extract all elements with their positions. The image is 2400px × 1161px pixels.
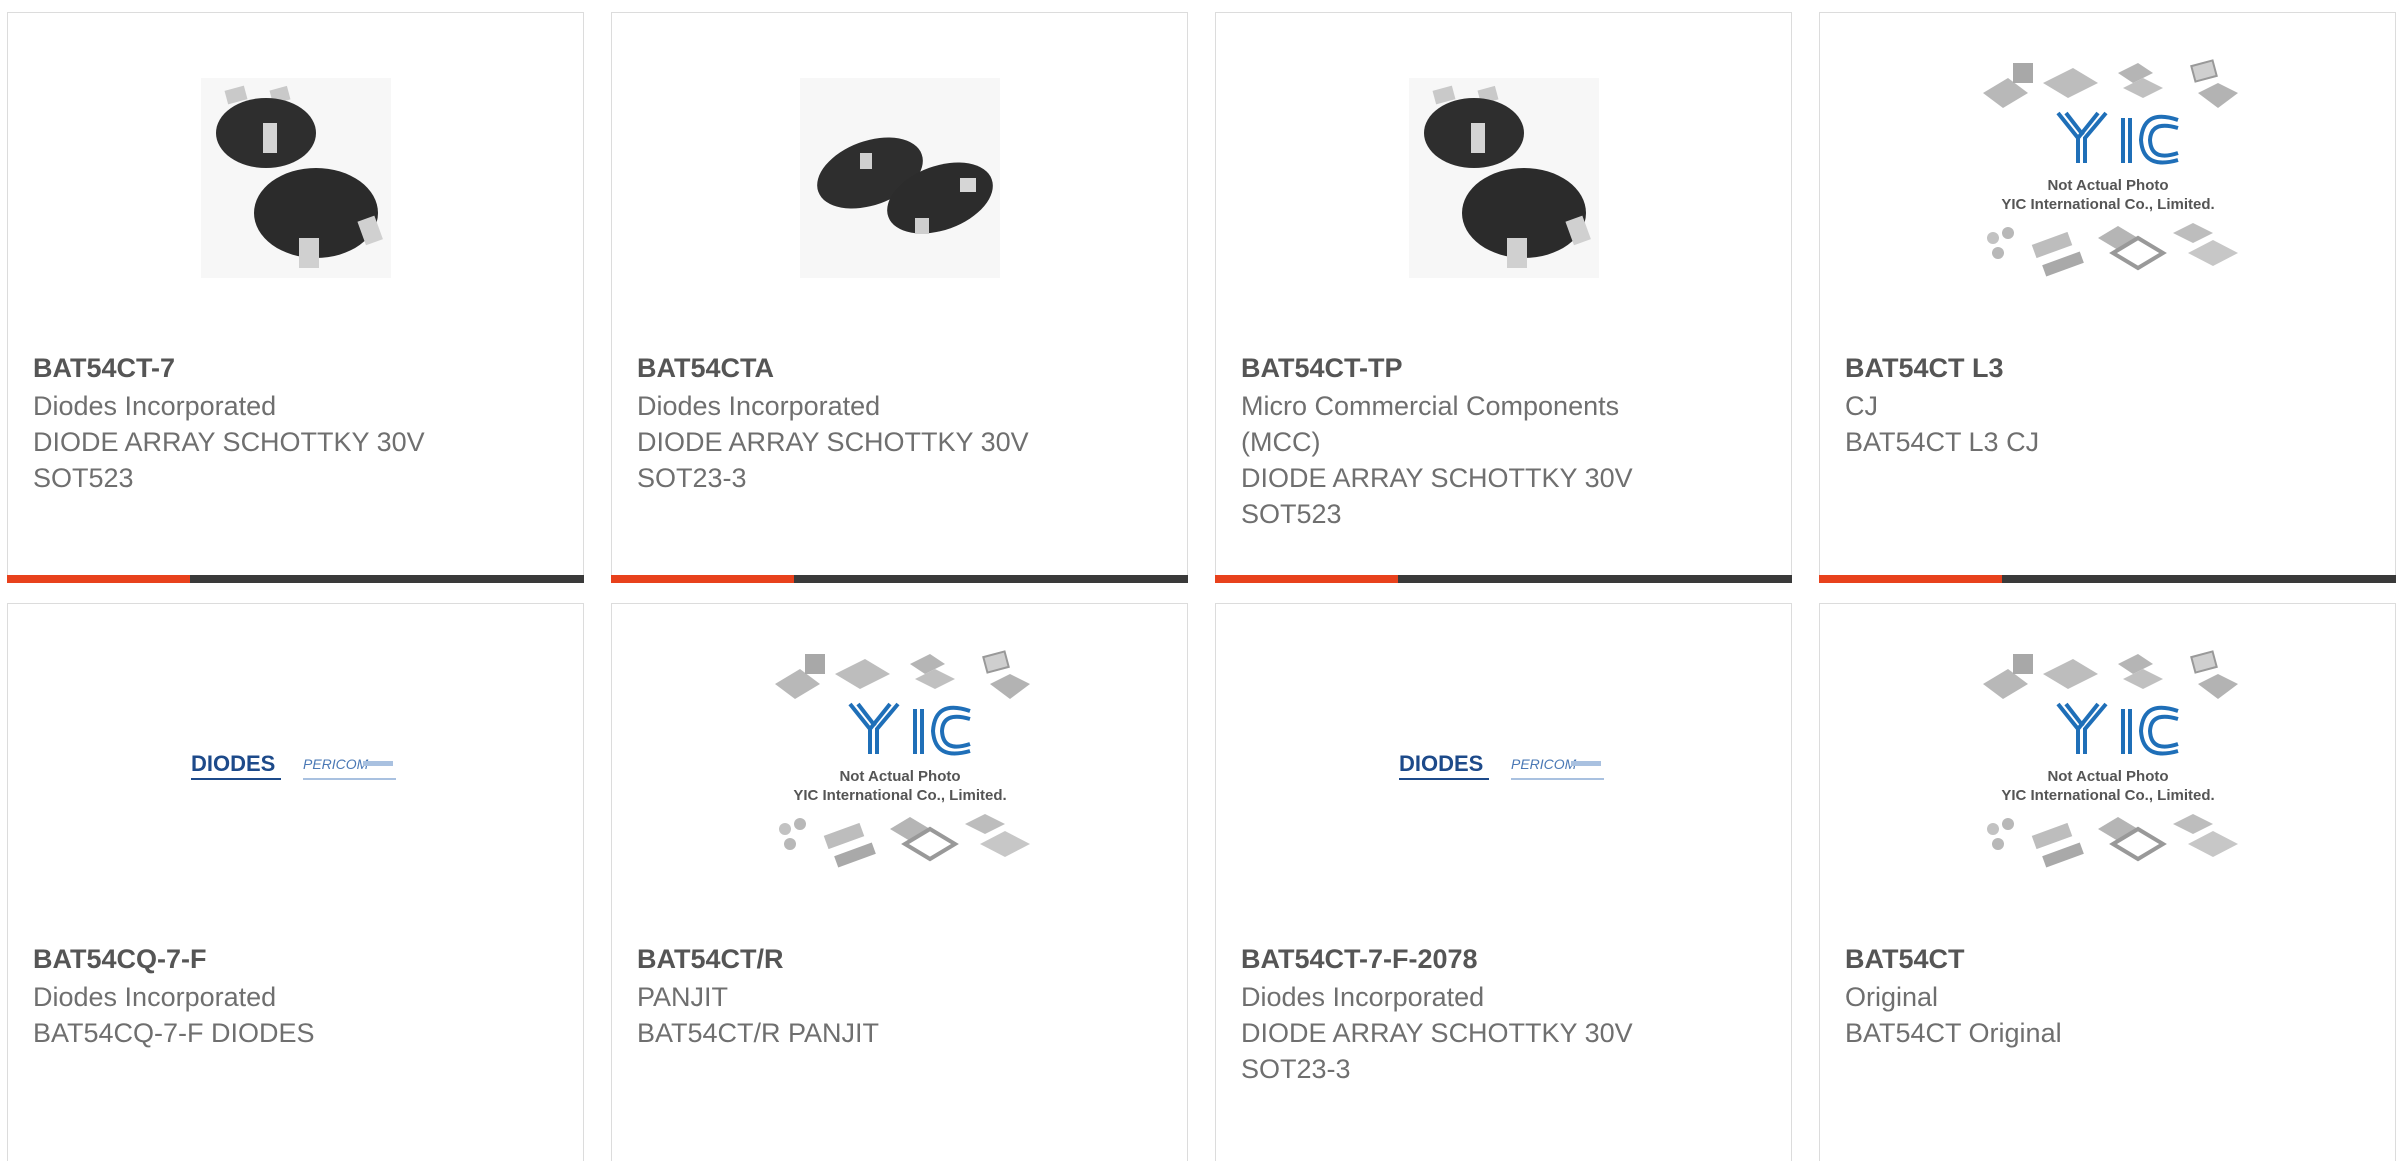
product-card[interactable]: DIODES PERICOM BAT54CQ-7-F Diodes Incorp…: [7, 603, 584, 1161]
card-progress-bar: [611, 575, 1188, 583]
sot23-package-icon: [799, 78, 1000, 278]
card-progress-bar: [1215, 575, 1792, 583]
manufacturer: PANJIT: [637, 982, 729, 1012]
product-image[interactable]: Not Actual Photo YIC International Co., …: [612, 604, 1187, 934]
product-card[interactable]: BAT54CTA Diodes Incorporated DIODE ARRAY…: [611, 12, 1188, 583]
part-number[interactable]: BAT54CT L3: [1845, 350, 2345, 386]
product-info: BAT54CT-TP Micro Commercial Components (…: [1241, 350, 1741, 532]
package: SOT23-3: [1241, 1054, 1351, 1084]
manufacturer: CJ: [1845, 391, 1878, 421]
description: BAT54CQ-7-F DIODES: [33, 1018, 315, 1048]
description: DIODE ARRAY SCHOTTKY 30V: [1241, 463, 1633, 493]
diodes-pericom-logo: DIODES PERICOM: [1398, 751, 1604, 780]
product-card[interactable]: Not Actual Photo YIC International Co., …: [1819, 12, 2396, 583]
part-number[interactable]: BAT54CQ-7-F: [33, 941, 533, 977]
product-card[interactable]: BAT54CT-TP Micro Commercial Components (…: [1215, 12, 1792, 583]
logo-diodes: DIODES: [191, 751, 275, 776]
product-image[interactable]: Not Actual Photo YIC International Co., …: [1820, 604, 2395, 934]
product-card[interactable]: BAT54CT-7 Diodes Incorporated DIODE ARRA…: [7, 12, 584, 583]
product-info: BAT54CT L3 CJ BAT54CT L3 CJ: [1845, 350, 2345, 460]
yic-placeholder-icon: Not Actual Photo YIC International Co., …: [1982, 650, 2238, 868]
placeholder-line1: Not Actual Photo: [2047, 768, 2168, 785]
product-image[interactable]: Not Actual Photo YIC International Co., …: [1820, 13, 2395, 343]
yic-placeholder-icon: Not Actual Photo YIC International Co., …: [1982, 59, 2238, 277]
logo-diodes: DIODES: [1399, 751, 1483, 776]
placeholder-line1: Not Actual Photo: [2047, 177, 2168, 194]
part-number[interactable]: BAT54CT-7-F-2078: [1241, 941, 1741, 977]
manufacturer: Diodes Incorporated: [33, 982, 277, 1012]
description: BAT54CT/R PANJIT: [637, 1018, 880, 1048]
product-card[interactable]: Not Actual Photo YIC International Co., …: [1819, 603, 2396, 1161]
product-info: BAT54CT-7-F-2078 Diodes Incorporated DIO…: [1241, 941, 1741, 1087]
part-number[interactable]: BAT54CT-7: [33, 350, 533, 386]
product-info: BAT54CTA Diodes Incorporated DIODE ARRAY…: [637, 350, 1137, 496]
manufacturer: Micro Commercial Components: [1241, 391, 1620, 421]
package: SOT523: [1241, 499, 1342, 529]
part-number[interactable]: BAT54CT: [1845, 941, 2345, 977]
description: DIODE ARRAY SCHOTTKY 30V: [637, 427, 1029, 457]
part-number[interactable]: BAT54CTA: [637, 350, 1137, 386]
manufacturer: Diodes Incorporated: [1241, 982, 1485, 1012]
product-info: BAT54CT Original BAT54CT Original: [1845, 941, 2345, 1051]
product-image[interactable]: [612, 13, 1187, 343]
placeholder-line2: YIC International Co., Limited.: [2001, 787, 2214, 804]
diodes-pericom-logo: DIODES PERICOM: [190, 751, 396, 780]
sot523-package-icon: [1408, 78, 1599, 278]
placeholder-line2: YIC International Co., Limited.: [793, 787, 1006, 804]
sot523-package-icon: [200, 78, 391, 278]
product-info: BAT54CQ-7-F Diodes Incorporated BAT54CQ-…: [33, 941, 533, 1051]
description: DIODE ARRAY SCHOTTKY 30V: [1241, 1018, 1633, 1048]
product-info: BAT54CT-7 Diodes Incorporated DIODE ARRA…: [33, 350, 533, 496]
card-progress-bar: [7, 575, 584, 583]
description: BAT54CT Original: [1845, 1018, 2062, 1048]
product-image[interactable]: DIODES PERICOM: [1216, 604, 1791, 934]
placeholder-line2: YIC International Co., Limited.: [2001, 196, 2214, 213]
package: SOT23-3: [637, 463, 747, 493]
description: DIODE ARRAY SCHOTTKY 30V: [33, 427, 425, 457]
description: BAT54CT L3 CJ: [1845, 427, 2040, 457]
package: SOT523: [33, 463, 134, 493]
manufacturer: Diodes Incorporated: [33, 391, 277, 421]
placeholder-line1: Not Actual Photo: [839, 768, 960, 785]
product-grid: BAT54CT-7 Diodes Incorporated DIODE ARRA…: [0, 0, 2400, 1161]
product-image[interactable]: [1216, 13, 1791, 343]
product-card[interactable]: DIODES PERICOM BAT54CT-7-F-2078 Diodes I…: [1215, 603, 1792, 1161]
product-image[interactable]: DIODES PERICOM: [8, 604, 583, 934]
product-card[interactable]: Not Actual Photo YIC International Co., …: [611, 603, 1188, 1161]
product-image[interactable]: [8, 13, 583, 343]
product-info: BAT54CT/R PANJIT BAT54CT/R PANJIT: [637, 941, 1137, 1051]
logo-pericom: PERICOM: [1511, 756, 1577, 772]
manufacturer: Diodes Incorporated: [637, 391, 881, 421]
yic-placeholder-icon: Not Actual Photo YIC International Co., …: [774, 650, 1030, 868]
part-number[interactable]: BAT54CT-TP: [1241, 350, 1741, 386]
part-number[interactable]: BAT54CT/R: [637, 941, 1137, 977]
manufacturer: Original: [1845, 982, 1939, 1012]
logo-pericom: PERICOM: [303, 756, 369, 772]
manufacturer-abbrev: (MCC): [1241, 427, 1321, 457]
card-progress-bar: [1819, 575, 2396, 583]
